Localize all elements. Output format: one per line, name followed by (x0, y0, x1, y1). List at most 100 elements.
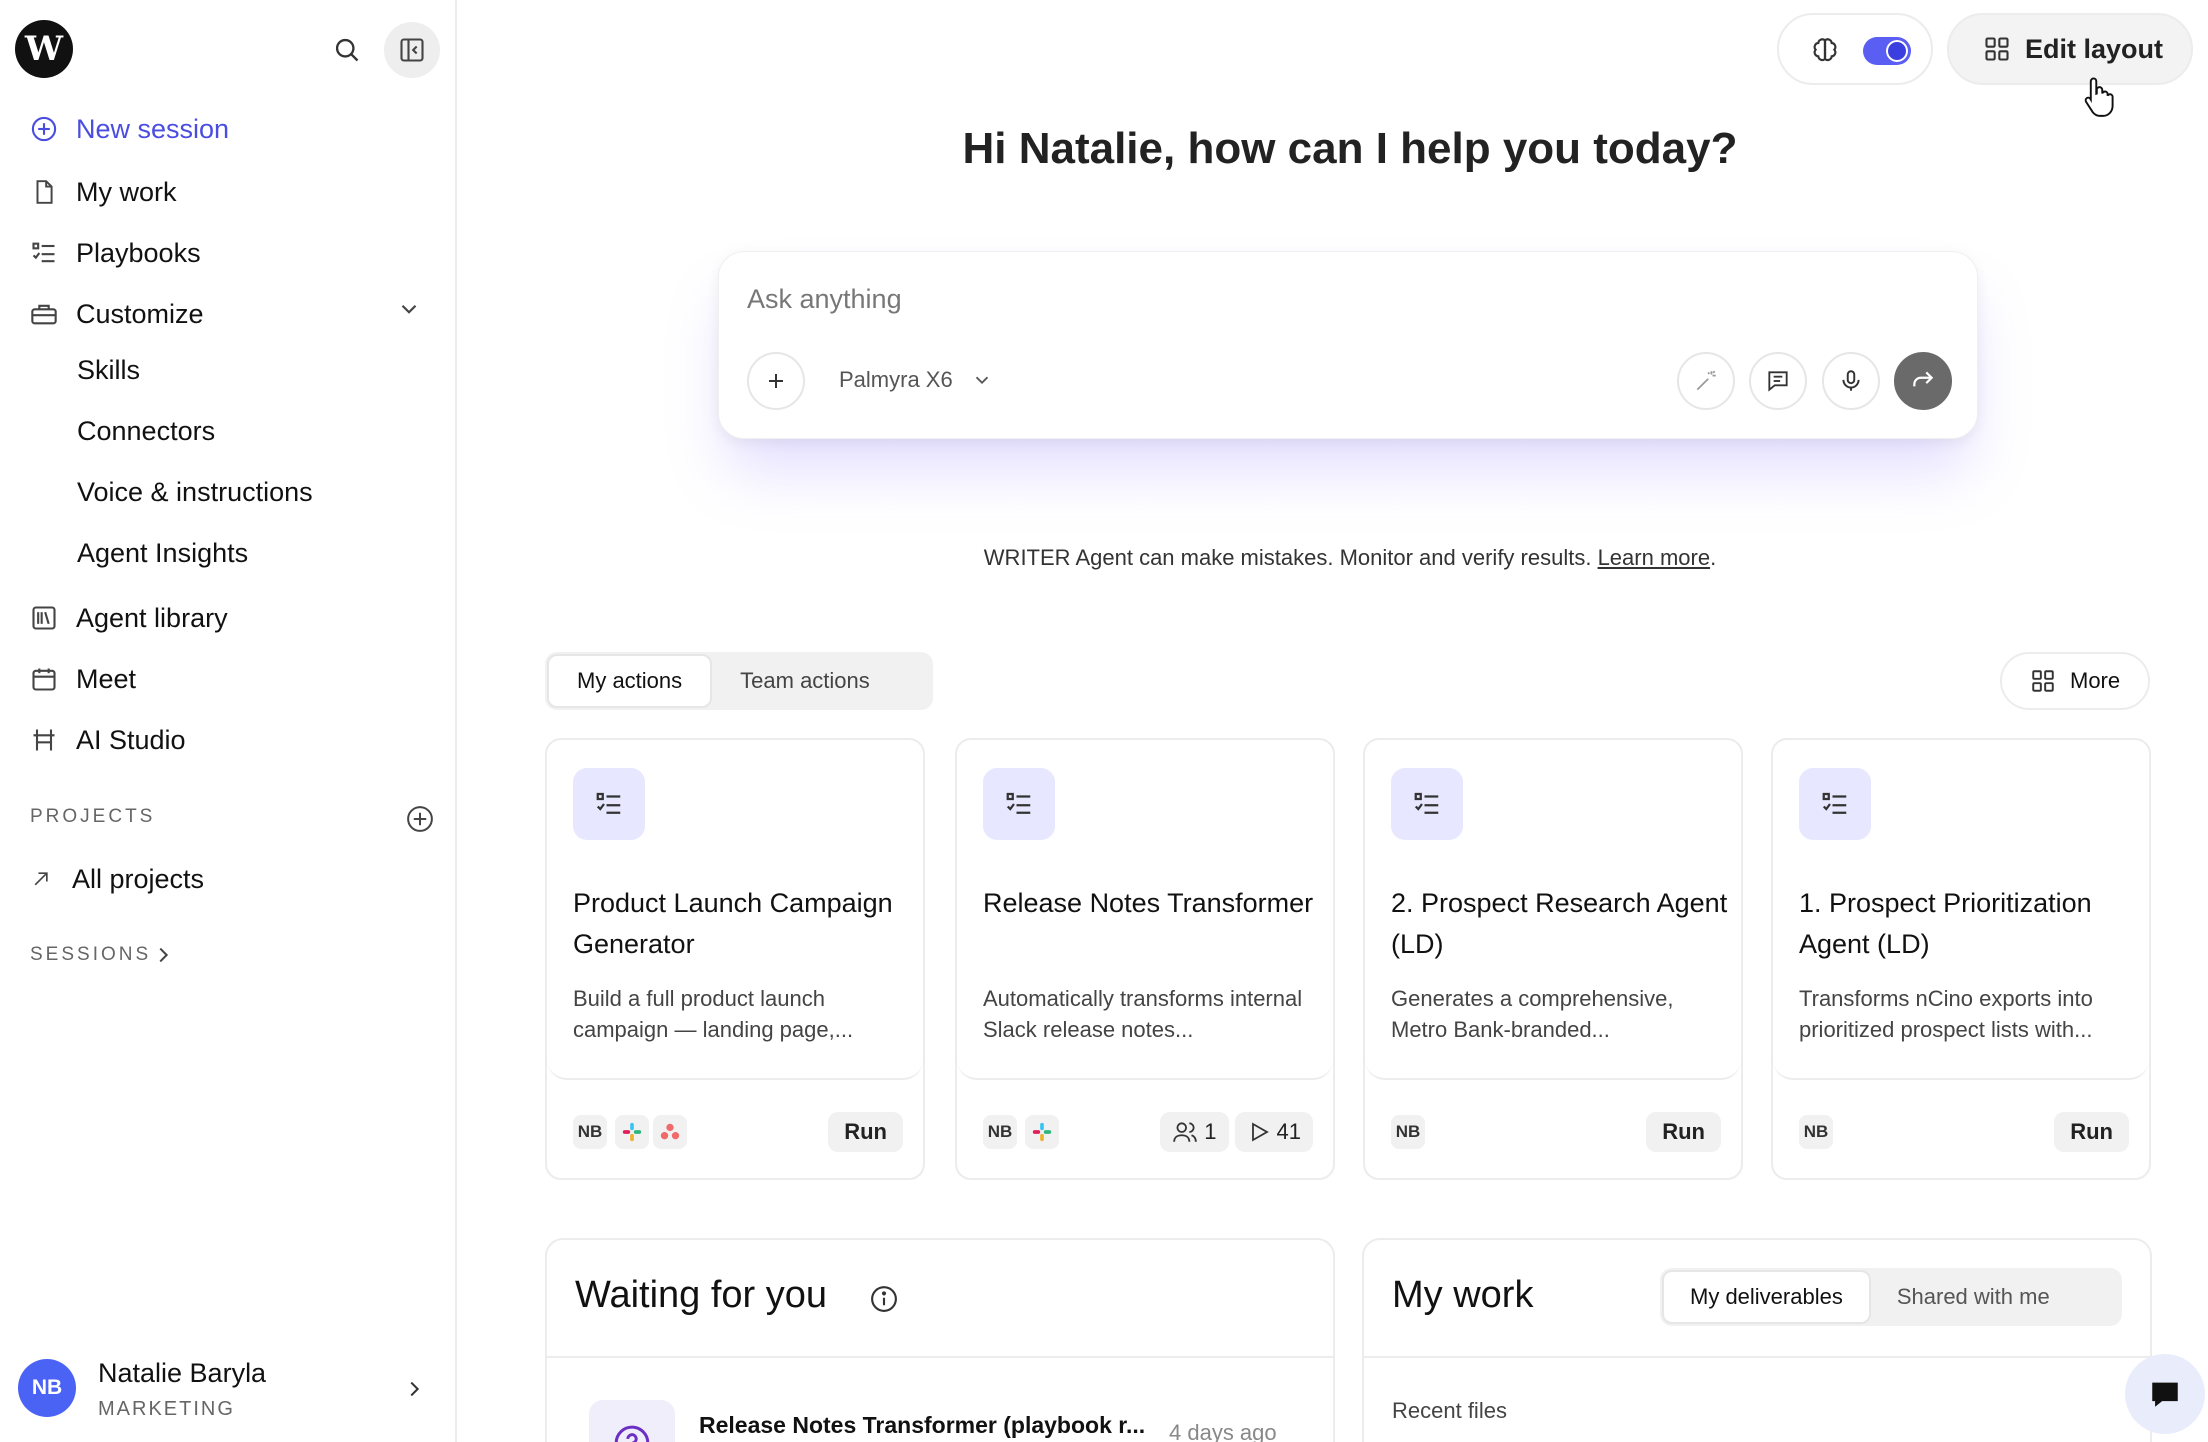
playbook-badge (573, 768, 645, 840)
nav-label: AI Studio (76, 724, 186, 755)
run-button[interactable]: Run (1646, 1112, 1721, 1152)
attach-button[interactable] (747, 352, 805, 410)
my-work-panel: My work My deliverables Shared with me R… (1362, 1238, 2152, 1442)
nav-connectors[interactable]: Connectors (77, 411, 215, 451)
action-card[interactable]: Release Notes Transformer Automatically … (955, 738, 1335, 1180)
nav-my-work[interactable]: My work (30, 172, 177, 212)
send-arrow-icon (1913, 371, 1934, 387)
toolbox-icon (31, 304, 57, 325)
runs-stat: 41 (1234, 1112, 1313, 1152)
nav-playbooks[interactable]: Playbooks (30, 233, 201, 273)
card-footer: NB Run (1391, 1110, 1721, 1154)
tab-team-actions[interactable]: Team actions (712, 654, 898, 708)
action-card[interactable]: Product Launch Campaign Generator Build … (545, 738, 925, 1180)
nav-label: All projects (72, 863, 205, 894)
magic-wand-icon (1696, 370, 1716, 391)
nav-label: Meet (76, 663, 137, 694)
users-count: 1 (1204, 1119, 1217, 1144)
waiting-item-time: 4 days ago (1169, 1420, 1277, 1442)
add-project-icon[interactable] (405, 804, 435, 834)
brain-icon (1813, 38, 1837, 62)
model-selector[interactable]: Palmyra X6 (839, 367, 993, 393)
writer-logo[interactable]: W (15, 20, 73, 78)
grid-icon (1985, 37, 2009, 61)
ask-input[interactable] (747, 274, 1747, 324)
my-work-title: My work (1392, 1274, 1534, 1316)
nav-voice-instructions[interactable]: Voice & instructions (77, 472, 313, 512)
calendar-icon (32, 668, 56, 691)
waiting-item-title[interactable]: Release Notes Transformer (playbook r... (699, 1412, 1145, 1439)
card-title: 2. Prospect Research Agent (LD) (1391, 888, 1728, 959)
nav-agent-library[interactable]: Agent library (30, 598, 228, 638)
play-icon (1251, 1122, 1269, 1142)
checklist-icon (1414, 792, 1439, 814)
nav-new-session[interactable]: New session (30, 109, 229, 149)
tab-shared-with-me[interactable]: Shared with me (1871, 1270, 2076, 1324)
card-title: 1. Prospect Prioritization Agent (LD) (1799, 888, 2092, 959)
run-button[interactable]: Run (2054, 1112, 2129, 1152)
slack-icon (615, 1115, 649, 1149)
checklist-icon (596, 792, 621, 814)
panel-collapse-icon (400, 38, 424, 62)
card-description: Generates a comprehensive, Metro Bank-br… (1391, 986, 1674, 1042)
card-title: Product Launch Campaign Generator (573, 888, 893, 959)
arrow-up-right-icon (34, 872, 48, 886)
owner-chip: NB (1799, 1115, 1833, 1149)
slack-icon (1025, 1115, 1059, 1149)
nav-label: Customize (76, 298, 204, 329)
user-profile[interactable]: NB Natalie Baryla MARKETING (18, 1358, 438, 1428)
nav-label: My work (76, 176, 177, 207)
nav-all-projects[interactable]: All projects (30, 859, 204, 899)
enhance-prompt-button[interactable] (1677, 352, 1735, 410)
owner-chip: NB (573, 1115, 607, 1149)
users-stat: 1 (1160, 1112, 1229, 1152)
chevron-right-icon (410, 1381, 420, 1397)
card-body: 2. Prospect Research Agent (LD) Generate… (1365, 740, 1741, 1080)
more-button[interactable]: More (2000, 652, 2150, 710)
action-card[interactable]: 1. Prospect Prioritization Agent (LD) Tr… (1771, 738, 2151, 1180)
nav-label: Voice & instructions (77, 476, 313, 507)
send-button[interactable] (1894, 352, 1952, 410)
search-button[interactable] (319, 22, 375, 78)
my-work-tabs: My deliverables Shared with me (1660, 1268, 2122, 1326)
tab-my-actions[interactable]: My actions (547, 654, 713, 708)
asana-icon (653, 1115, 687, 1149)
waiting-title: Waiting for you (575, 1274, 828, 1316)
message-icon (1768, 371, 1788, 392)
plus-icon (769, 374, 783, 388)
edit-layout-button[interactable]: Edit layout (1947, 13, 2193, 85)
document-icon (36, 180, 53, 204)
microphone-icon (1842, 370, 1860, 391)
run-button[interactable]: Run (828, 1112, 903, 1152)
toggle-switch[interactable] (1863, 37, 1911, 65)
model-name: Palmyra X6 (839, 367, 953, 392)
avatar: NB (18, 1359, 76, 1417)
action-card[interactable]: 2. Prospect Research Agent (LD) Generate… (1363, 738, 1743, 1180)
nav-customize[interactable]: Customize (30, 294, 204, 334)
collapse-sidebar-button[interactable] (384, 22, 440, 78)
chevron-down-icon[interactable] (396, 296, 422, 322)
card-stats: 1 41 (1154, 1112, 1313, 1152)
toggle-knob (1886, 40, 1908, 62)
tab-my-deliverables[interactable]: My deliverables (1662, 1270, 1871, 1324)
nav-agent-insights[interactable]: Agent Insights (77, 533, 248, 573)
sessions-label[interactable]: SESSIONS (30, 944, 151, 966)
edit-layout-label: Edit layout (2025, 33, 2164, 64)
card-body: Product Launch Campaign Generator Build … (547, 740, 923, 1080)
chat-support-button[interactable] (2125, 1354, 2205, 1434)
card-description: Build a full product launch campaign — l… (573, 986, 854, 1042)
playbook-badge (1391, 768, 1463, 840)
agent-mode-toggle[interactable] (1777, 13, 1933, 85)
learn-more-link[interactable]: Learn more (1598, 545, 1711, 570)
sidebar: W New session My work Playbooks Customiz… (0, 0, 457, 1442)
nav-label: New session (76, 113, 230, 144)
chevron-right-icon[interactable] (152, 944, 174, 966)
chat-mode-button[interactable] (1749, 352, 1807, 410)
nav-ai-studio[interactable]: AI Studio (30, 720, 186, 760)
greeting-heading: Hi Natalie, how can I help you today? (962, 124, 1738, 173)
nav-skills[interactable]: Skills (77, 350, 140, 390)
nav-meet[interactable]: Meet (30, 659, 136, 699)
voice-input-button[interactable] (1822, 352, 1880, 410)
prompt-composer: Palmyra X6 (718, 251, 1978, 439)
info-icon[interactable] (869, 1284, 899, 1314)
